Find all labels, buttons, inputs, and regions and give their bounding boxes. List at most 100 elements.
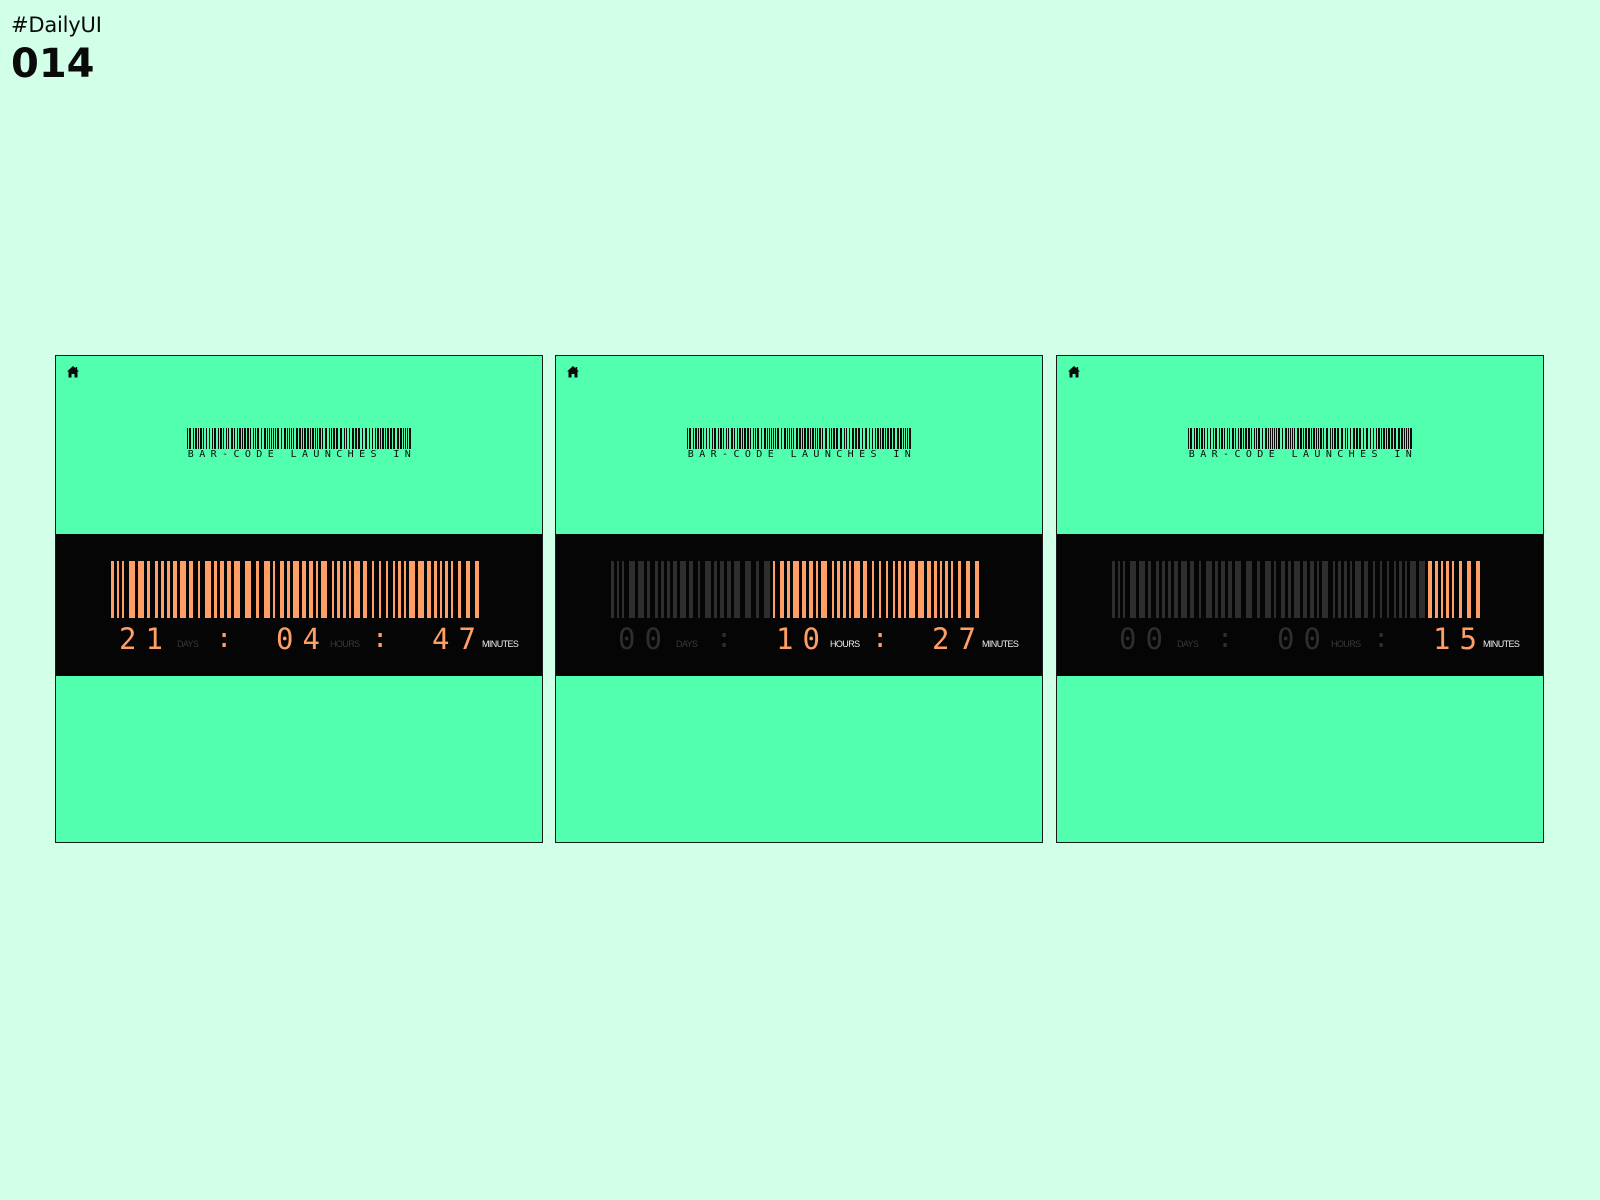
- barcode-stripe: [475, 561, 479, 618]
- barcode-stripe: [1428, 561, 1432, 618]
- launch-label: BAR-CODE LAUNCHES IN: [187, 449, 417, 460]
- barcode-stripe: [734, 561, 740, 618]
- barcode-stripe: [753, 428, 754, 449]
- barcode-stripe: [291, 428, 292, 449]
- barcode-stripe: [223, 428, 224, 449]
- home-icon[interactable]: [1067, 365, 1081, 379]
- barcode-stripe: [849, 561, 851, 618]
- barcode-stripe: [890, 428, 892, 449]
- minutes-value: 47: [432, 622, 485, 656]
- barcode-stripe: [304, 428, 306, 449]
- barcode-stripe: [773, 561, 775, 618]
- barcode-stripe: [817, 428, 818, 449]
- countdown-band: 00 DAYS : 10 HOURS : 27 MINUTES: [556, 534, 1042, 676]
- barcode-stripe: [277, 428, 279, 449]
- barcode-stripe: [1363, 428, 1364, 449]
- barcode-stripe: [309, 561, 313, 618]
- barcode-stripe: [340, 428, 342, 449]
- home-icon[interactable]: [66, 365, 80, 379]
- barcode-stripe: [1323, 428, 1324, 449]
- barcode-stripe: [775, 428, 776, 449]
- barcode-stripe: [1288, 561, 1291, 618]
- barcode-stripe: [1344, 561, 1347, 618]
- barcode-stripe: [1350, 428, 1351, 449]
- barcode-stripe: [380, 428, 381, 449]
- barcode-stripe: [807, 428, 809, 449]
- barcode-stripe: [1254, 428, 1255, 449]
- barcode-stripe: [385, 428, 386, 449]
- barcode-stripe: [245, 561, 251, 618]
- barcode-stripe: [764, 561, 770, 618]
- barcode-stripe: [689, 428, 691, 449]
- barcode-stripe: [349, 428, 350, 449]
- barcode-stripe: [343, 561, 346, 618]
- barcode-stripe: [655, 561, 658, 618]
- barcode-stripe: [893, 428, 895, 449]
- barcode-stripe: [227, 561, 231, 618]
- barcode-stripe: [375, 428, 376, 449]
- barcode-stripe: [714, 428, 716, 449]
- barcode-stripe: [296, 428, 298, 449]
- hours-value: 10: [776, 622, 829, 656]
- barcode-stripe: [1313, 428, 1315, 449]
- barcode-stripe: [329, 428, 330, 449]
- barcode-stripe: [1228, 561, 1232, 618]
- barcode-stripe: [1387, 561, 1389, 618]
- barcode-stripe: [750, 428, 751, 449]
- barcode-stripe: [280, 561, 284, 618]
- barcode-stripe: [1258, 428, 1260, 449]
- barcode-stripe: [284, 428, 286, 449]
- barcode-stripe: [689, 561, 693, 618]
- barcode-stripe: [843, 561, 846, 618]
- barcode-stripe: [287, 561, 290, 618]
- barcode-stripe: [1118, 561, 1120, 618]
- barcode-stripe: [833, 428, 835, 449]
- barcode-stripe: [1391, 428, 1393, 449]
- barcode-stripe: [755, 428, 756, 449]
- barcode-stripe: [122, 561, 124, 618]
- barcode-stripe: [831, 428, 832, 449]
- barcode-stripe: [1364, 561, 1368, 618]
- barcode-stripe: [1353, 428, 1355, 449]
- barcode-stripe: [1181, 561, 1187, 618]
- barcode-stripe: [863, 561, 867, 618]
- barcode-stripe: [256, 561, 259, 618]
- barcode-stripe: [409, 561, 415, 618]
- barcode-stripe: [1452, 561, 1454, 618]
- barcode-stripe: [1308, 428, 1310, 449]
- barcode-stripe: [629, 561, 635, 618]
- home-icon[interactable]: [566, 365, 580, 379]
- barcode-stripe: [1320, 428, 1322, 449]
- barcode-stripe: [661, 561, 664, 618]
- barcode-stripe: [220, 428, 222, 449]
- barcode-stripe: [212, 428, 213, 449]
- barcode-stripe: [138, 561, 144, 618]
- barcode-stripe: [900, 428, 902, 449]
- barcode-stripe: [698, 561, 700, 618]
- barcode-stripe: [440, 561, 442, 618]
- barcode-stripe: [206, 428, 207, 449]
- barcode-stripe: [1294, 561, 1300, 618]
- barcode-stripe: [1232, 428, 1234, 449]
- barcode-stripe: [281, 428, 282, 449]
- logo-barcode: [1188, 428, 1412, 449]
- barcode-stripe: [819, 428, 821, 449]
- barcode-stripe: [611, 561, 614, 618]
- barcode-stripe: [1174, 561, 1178, 618]
- barcode-stripe: [111, 561, 114, 618]
- barcode-stripe: [825, 428, 827, 449]
- barcode-stripe: [875, 428, 876, 449]
- barcode-stripe: [407, 428, 408, 449]
- barcode-stripe: [1272, 428, 1273, 449]
- barcode-stripe: [299, 428, 301, 449]
- barcode-stripe: [264, 428, 266, 449]
- barcode-stripe: [1238, 428, 1239, 449]
- barcode-stripe: [1265, 428, 1267, 449]
- barcode-stripe: [332, 561, 334, 618]
- barcode-stripe: [242, 428, 243, 449]
- barcode-stripe: [1399, 561, 1402, 618]
- barcode-stripe: [731, 428, 733, 449]
- barcode-stripe: [1373, 428, 1374, 449]
- barcode-stripe: [617, 561, 619, 618]
- barcode-stripe: [1338, 561, 1341, 618]
